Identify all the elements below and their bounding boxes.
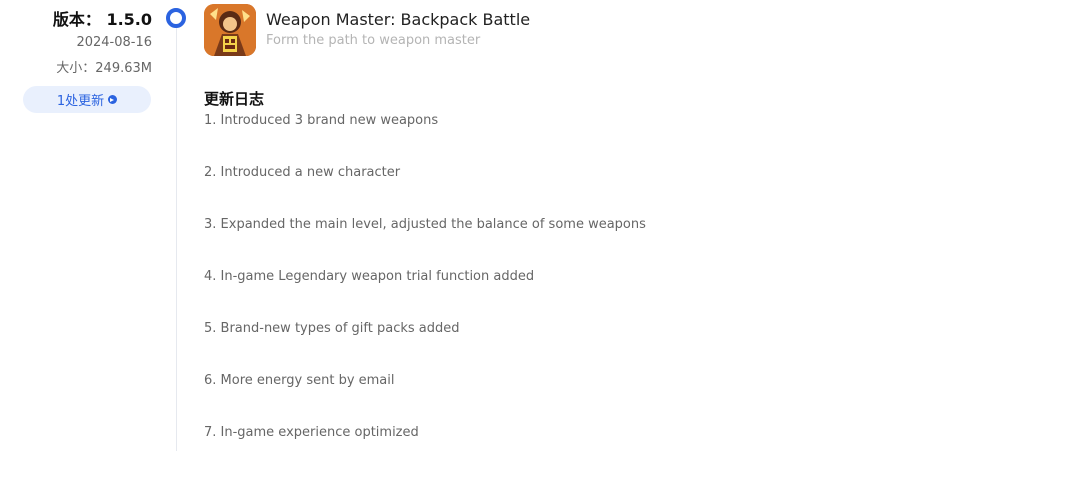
timeline-dot-icon	[166, 8, 186, 28]
changelog-item: 6. More energy sent by email	[204, 373, 395, 388]
timeline-line	[176, 28, 177, 451]
changelog-item: 7. In-game experience optimized	[204, 425, 419, 440]
changelog-list: 1. Introduced 3 brand new weapons 2. Int…	[204, 113, 646, 477]
app-subtitle: Form the path to weapon master	[266, 33, 481, 48]
release-date: 2024-08-16	[76, 35, 152, 50]
updates-count-button[interactable]: 1处更新	[23, 86, 151, 113]
app-icon[interactable]	[204, 4, 256, 56]
app-title[interactable]: Weapon Master: Backpack Battle	[266, 10, 530, 29]
arrow-circle-right-icon	[108, 95, 118, 104]
version-label: 版本： 1.5.0	[53, 6, 152, 30]
changelog-item: 5. Brand-new types of gift packs added	[204, 321, 460, 336]
package-size: 大小：249.63M	[56, 61, 152, 76]
version-number: 1.5.0	[106, 10, 152, 29]
changelog-heading: 更新日志	[204, 90, 265, 108]
updates-count-label: 1处更新	[56, 94, 105, 109]
version-prefix: 版本：	[52, 10, 101, 29]
changelog-item: 4. In-game Legendary weapon trial functi…	[204, 269, 535, 284]
changelog-item: 2. Introduced a new character	[204, 165, 401, 180]
app-icon-art	[204, 4, 256, 56]
changelog-item: 1. Introduced 3 brand new weapons	[204, 113, 439, 128]
changelog-item: 3. Expanded the main level, adjusted the…	[204, 217, 646, 232]
